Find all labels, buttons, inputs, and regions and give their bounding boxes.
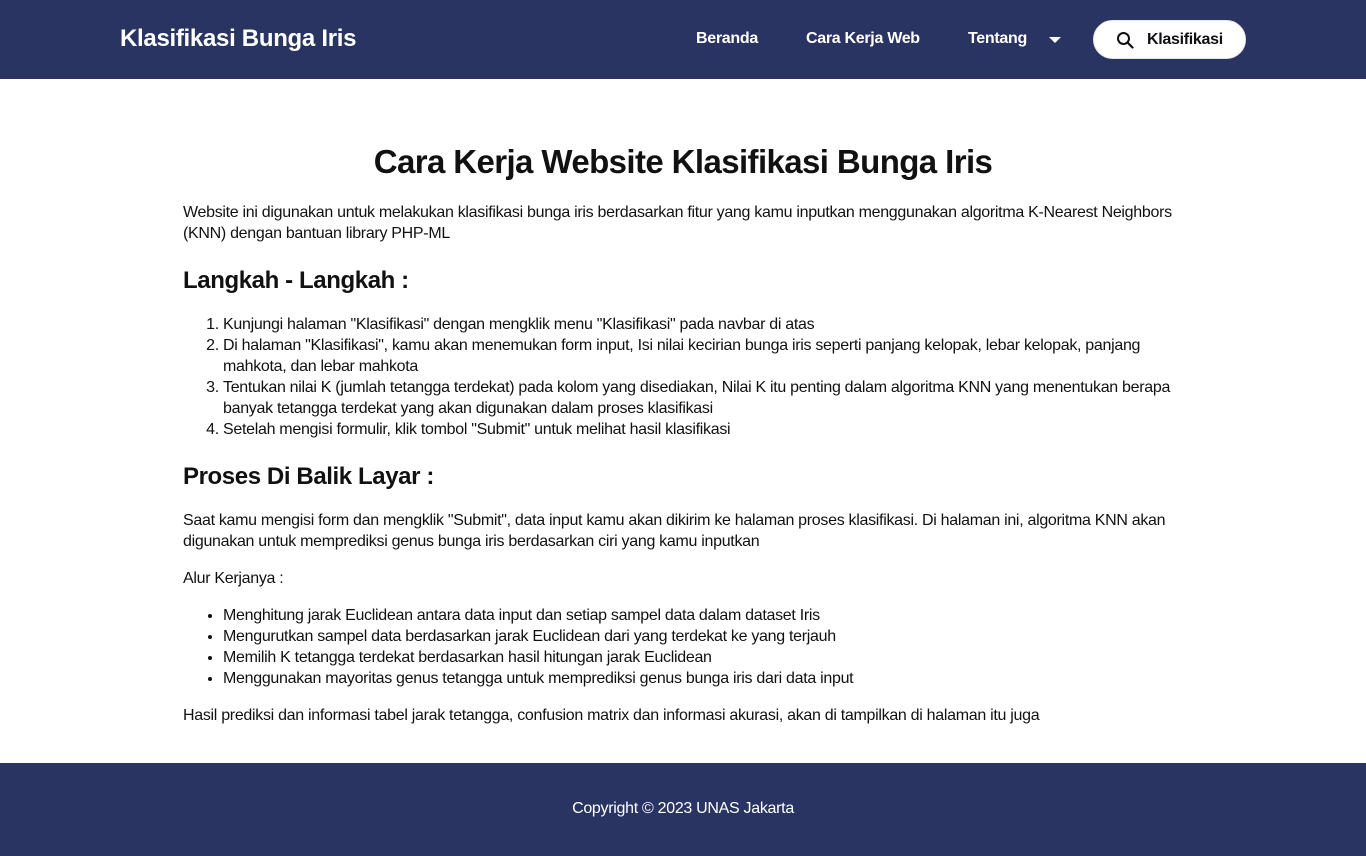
- list-item: Mengurutkan sampel data berdasarkan jara…: [223, 626, 1183, 647]
- page-title: Cara Kerja Website Klasifikasi Bunga Iri…: [373, 143, 993, 180]
- nav-link-tentang[interactable]: Tentang: [968, 30, 1027, 48]
- list-item: Kunjungi halaman "Klasifikasi" dengan me…: [223, 314, 1183, 335]
- steps-heading: Langkah - Langkah :: [183, 267, 409, 294]
- list-item: Memilih K tetangga terdekat berdasarkan …: [223, 647, 1183, 668]
- list-item: Setelah mengisi formulir, klik tombol "S…: [223, 419, 1183, 440]
- list-item: Di halaman "Klasifikasi", kamu akan mene…: [223, 335, 1183, 377]
- main-content: Cara Kerja Website Klasifikasi Bunga Iri…: [183, 140, 1183, 726]
- chevron-down-icon[interactable]: [1049, 37, 1061, 43]
- nav-link-beranda[interactable]: Beranda: [696, 30, 758, 48]
- brand-title[interactable]: Klasifikasi Bunga Iris: [120, 25, 356, 53]
- flow-label: Alur Kerjanya :: [183, 570, 284, 587]
- closing-paragraph: Hasil prediksi dan informasi tabel jarak…: [183, 707, 1040, 724]
- navbar: Klasifikasi Bunga Iris Beranda Cara Kerj…: [0, 0, 1366, 79]
- nav-link-cara-kerja-web[interactable]: Cara Kerja Web: [806, 30, 920, 48]
- list-item: Menggunakan mayoritas genus tetangga unt…: [223, 668, 1183, 689]
- klasifikasi-button-label: Klasifikasi: [1147, 31, 1223, 48]
- search-icon: [1117, 32, 1134, 49]
- steps-list: Kunjungi halaman "Klasifikasi" dengan me…: [183, 314, 1183, 440]
- process-heading: Proses Di Balik Layar :: [183, 463, 434, 490]
- flow-list: Menghitung jarak Euclidean antara data i…: [183, 605, 1183, 689]
- list-item: Menghitung jarak Euclidean antara data i…: [223, 605, 1183, 626]
- footer: Copyright © 2023 UNAS Jakarta: [0, 763, 1366, 856]
- copyright-text: Copyright © 2023 UNAS Jakarta: [572, 800, 794, 817]
- process-paragraph: Saat kamu mengisi form dan mengklik "Sub…: [183, 512, 1166, 550]
- list-item: Tentukan nilai K (jumlah tetangga terdek…: [223, 377, 1183, 419]
- intro-paragraph: Website ini digunakan untuk melakukan kl…: [183, 204, 1172, 242]
- klasifikasi-button[interactable]: Klasifikasi: [1093, 20, 1246, 59]
